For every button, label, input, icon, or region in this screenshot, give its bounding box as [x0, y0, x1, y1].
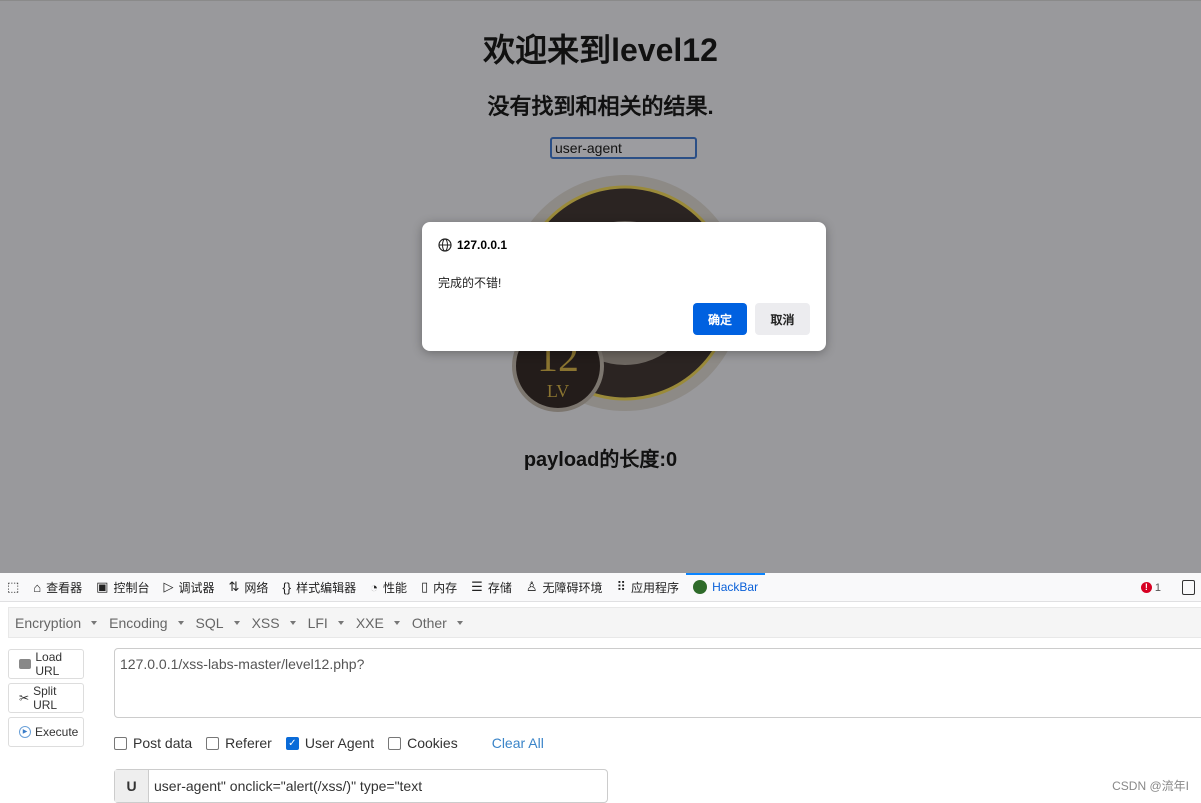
watermark: CSDN @流年I — [1112, 779, 1189, 793]
split-url-label: Split URL — [33, 684, 58, 712]
tab-label: HackBar — [712, 580, 759, 594]
post-data-checkbox[interactable]: Post data — [114, 735, 192, 751]
tab-style-editor[interactable]: {} 样式编辑器 — [275, 573, 363, 602]
element-picker-button[interactable]: ⬚ — [0, 573, 26, 602]
clear-all-link[interactable]: Clear All — [492, 735, 544, 751]
menu-lfi[interactable]: LFI — [302, 615, 350, 631]
debugger-icon: ▷ — [163, 579, 174, 594]
tab-application[interactable]: ⠿ 应用程序 — [610, 573, 687, 602]
menu-xxe[interactable]: XXE — [350, 615, 406, 631]
tab-memory[interactable]: ▯ 内存 — [414, 573, 464, 602]
user-agent-input[interactable]: user-agent" onclick="alert(/xss/)" type=… — [149, 770, 427, 802]
checkbox-label: Referer — [225, 735, 272, 751]
tab-label: 控制台 — [113, 580, 150, 595]
performance-icon: ◔ — [370, 579, 378, 595]
console-icon: ▣ — [96, 579, 109, 594]
play-icon: ▶ — [19, 726, 31, 738]
tab-label: 无障碍环境 — [542, 580, 603, 595]
tab-inspector[interactable]: ⌂ 查看器 — [26, 573, 89, 602]
accessibility-icon: ♙ — [525, 579, 538, 594]
tab-label: 性能 — [382, 580, 407, 595]
page-title: 欢迎来到level12 — [483, 32, 718, 68]
inspector-icon: ⌂ — [33, 579, 42, 595]
tab-network[interactable]: ⇅ 网络 — [222, 573, 276, 602]
devtools-toolbar: ⬚ ⌂ 查看器 ▣ 控制台 ▷ 调试器 ⇅ 网络 {} 样式编辑器 ◔ 性能 ▯ 内存 ☰ 存储… — [0, 572, 1201, 602]
picker-icon: ⬚ — [7, 579, 20, 594]
menu-other[interactable]: Other — [406, 615, 469, 631]
load-url-label: Load URL — [35, 650, 63, 678]
scissors-icon: ✂ — [19, 691, 30, 705]
dock-icon[interactable] — [1182, 580, 1195, 595]
tab-label: 网络 — [244, 580, 269, 595]
tab-label: 应用程序 — [631, 580, 680, 595]
menu-sql[interactable]: SQL — [190, 615, 246, 631]
tab-accessibility[interactable]: ♙ 无障碍环境 — [519, 573, 610, 602]
tab-label: 样式编辑器 — [296, 580, 357, 595]
user-agent-prefix: U — [115, 770, 149, 802]
options-row: Post data Referer ✓ User Agent Cookies Cl… — [114, 735, 544, 751]
alert-dialog: 127.0.0.1 完成的不错! 确定 取消 — [422, 222, 826, 351]
execute-label: Execute — [35, 725, 79, 739]
cookies-checkbox[interactable]: Cookies — [388, 735, 458, 751]
referer-checkbox[interactable]: Referer — [206, 735, 272, 751]
globe-icon — [438, 238, 452, 252]
search-input[interactable]: user-agent — [550, 137, 697, 159]
result-text: 没有找到和相关的结果. — [487, 94, 714, 119]
error-icon: ! — [1140, 582, 1152, 593]
style-editor-icon: {} — [282, 579, 292, 595]
ok-button[interactable]: 确定 — [693, 303, 747, 335]
hackbar-icon — [693, 580, 708, 594]
menu-xss[interactable]: XSS — [246, 615, 302, 631]
tab-label: 查看器 — [46, 580, 83, 595]
payload-length: payload的长度:0 — [523, 449, 678, 471]
application-icon: ⠿ — [616, 579, 627, 594]
tab-label: 调试器 — [178, 580, 215, 595]
split-url-button[interactable]: ✂ Split URL — [8, 683, 84, 713]
tab-performance[interactable]: ◔ 性能 — [363, 573, 414, 602]
checkbox-label: Post data — [133, 735, 193, 751]
url-textarea[interactable]: 127.0.0.1/xss-labs-master/level12.php? — [114, 648, 1201, 718]
tab-debugger[interactable]: ▷ 调试器 — [156, 573, 221, 602]
error-count-badge[interactable]: ! 1 — [1140, 573, 1161, 602]
checkmark-icon: ✓ — [285, 736, 299, 750]
execute-button[interactable]: ▶ Execute — [8, 717, 84, 747]
menu-encryption[interactable]: Encryption — [9, 615, 103, 631]
user-agent-field[interactable]: U user-agent" onclick="alert(/xss/)" typ… — [114, 769, 608, 803]
checkbox-box — [114, 736, 127, 750]
load-url-button[interactable]: Load URL — [8, 649, 84, 679]
user-agent-checkbox[interactable]: ✓ User Agent — [285, 735, 375, 751]
load-icon — [19, 659, 32, 669]
dialog-origin: 127.0.0.1 — [438, 238, 507, 252]
checkbox-box — [206, 736, 220, 750]
tab-storage[interactable]: ☰ 存储 — [464, 573, 519, 602]
tab-hackbar[interactable]: HackBar — [686, 572, 766, 602]
dialog-origin-text: 127.0.0.1 — [457, 238, 508, 252]
tab-label: 内存 — [433, 580, 458, 595]
checkbox-label: Cookies — [407, 735, 458, 751]
tab-label: 存储 — [487, 580, 512, 595]
checkbox-label: User Agent — [304, 735, 375, 751]
error-count: 1 — [1154, 581, 1161, 594]
cancel-button[interactable]: 取消 — [755, 303, 810, 335]
network-icon: ⇅ — [228, 579, 240, 594]
checkbox-box — [388, 736, 402, 750]
dialog-message: 完成的不错! — [438, 276, 502, 290]
menu-encoding[interactable]: Encoding — [103, 615, 189, 631]
tab-console[interactable]: ▣ 控制台 — [89, 573, 156, 602]
hackbar-menu: Encryption Encoding SQL XSS LFI XXE Othe… — [8, 607, 1201, 638]
memory-icon: ▯ — [421, 579, 429, 594]
storage-icon: ☰ — [471, 579, 483, 594]
svg-text:LV: LV — [547, 381, 569, 401]
